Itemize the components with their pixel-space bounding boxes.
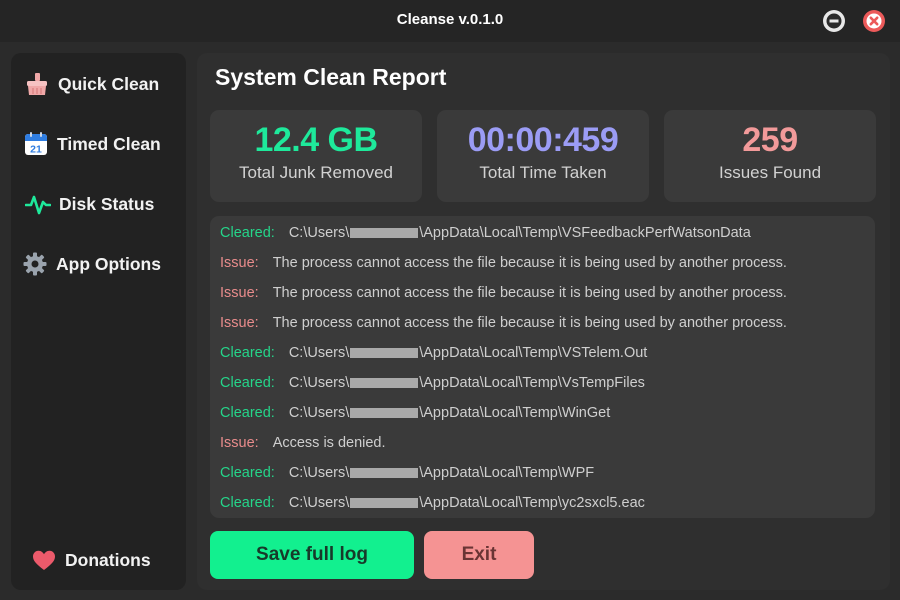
log-entry-tag: Issue:	[220, 285, 259, 301]
stat-card-issues-found: 259 Issues Found	[664, 110, 876, 202]
log-path-prefix: C:\Users\	[288, 375, 350, 391]
sidebar-item-label: Donations	[65, 549, 151, 570]
sidebar-item-app-options[interactable]: App Options	[11, 244, 197, 284]
log-entry-tag: Issue:	[220, 315, 259, 331]
heart-icon	[31, 547, 57, 573]
sidebar-item-quick-clean[interactable]: Quick Clean	[11, 64, 199, 104]
log-entry-tag: Cleared:	[220, 375, 275, 391]
redacted-username	[350, 468, 419, 478]
log-path-suffix: \AppData\Local\Temp\VsTempFiles	[419, 375, 645, 391]
log-entry-message: C:\Users\ \AppData\Local\Temp\VSFeedbackP…	[289, 225, 751, 241]
log-path-suffix: \AppData\Local\Temp\VSFeedbackPerfWatson…	[419, 225, 751, 241]
log-entry: Cleared: C:\Users\ \AppData\Local\Temp\VST…	[220, 343, 647, 363]
log-entry-tag: Cleared:	[220, 225, 275, 241]
close-button[interactable]	[863, 10, 885, 32]
stat-value: 00:00:459	[467, 121, 619, 159]
minimize-button[interactable]	[823, 10, 845, 32]
log-entry-tag: Issue:	[220, 435, 259, 451]
window-title: Cleanse v.0.1.0	[396, 11, 504, 28]
log-entry-message: C:\Users\ \AppData\Local\Temp\VsTempFiles	[289, 375, 645, 391]
stat-value: 259	[742, 121, 798, 159]
log-entry: Cleared: C:\Users\ \AppData\Local\Temp\VSF…	[220, 223, 751, 243]
log-entry-message: C:\Users\ \AppData\Local\Temp\WPF	[289, 465, 594, 481]
log-entry: Issue: The process cannot access the file…	[220, 253, 787, 273]
log-entry: Cleared: C:\Users\ \AppData\Local\Temp\Win…	[220, 403, 610, 423]
page-title: System Clean Report	[215, 64, 447, 90]
log-entry-message: C:\Users\ \AppData\Local\Temp\VSTelem.Out	[289, 345, 648, 361]
log-entry-tag: Issue:	[220, 255, 259, 271]
log-path-prefix: C:\Users\	[288, 345, 350, 361]
log-entry-message: Access is denied.	[273, 435, 386, 451]
minimize-icon	[826, 13, 842, 29]
stat-caption: Total Time Taken	[479, 163, 607, 182]
stat-value: 12.4 GB	[254, 121, 378, 159]
title-bar: Cleanse v.0.1.0	[0, 0, 900, 42]
sidebar: Quick Clean 21 Timed Clean Disk Status A…	[11, 53, 186, 590]
log-path-suffix: \AppData\Local\Temp\VSTelem.Out	[419, 345, 648, 361]
log-path-suffix: \AppData\Local\Temp\WinGet	[419, 405, 611, 421]
sidebar-item-label: App Options	[56, 253, 161, 274]
calendar-day: 21	[30, 144, 42, 156]
redacted-username	[350, 408, 419, 418]
log-path-prefix: C:\Users\	[288, 405, 350, 421]
redacted-username	[350, 348, 419, 358]
log-entry-message: C:\Users\ \AppData\Local\Temp\WinGet	[289, 405, 610, 421]
log-entry: Issue: The process cannot access the file…	[220, 313, 787, 333]
sidebar-item-disk-status[interactable]: Disk Status	[11, 184, 200, 224]
log-path-suffix: \AppData\Local\Temp\WPF	[419, 465, 595, 481]
redacted-username	[350, 498, 419, 508]
sidebar-item-label: Quick Clean	[58, 73, 160, 94]
log-path-suffix: \AppData\Local\Temp\yc2sxcl5.eac	[419, 495, 645, 511]
stat-caption: Total Junk Removed	[238, 163, 394, 182]
log-entry: Cleared: C:\Users\ \AppData\Local\Temp\WPF	[220, 463, 594, 483]
stat-card-junk-removed: 12.4 GB Total Junk Removed	[210, 110, 422, 202]
clean-log[interactable]: Cleared: C:\Users\ \AppData\Local\Temp\VSF…	[210, 216, 875, 518]
log-entry-message: The process cannot access the file becau…	[273, 255, 787, 271]
calendar-icon: 21	[23, 131, 49, 157]
pulse-icon	[25, 191, 51, 217]
broom-icon	[24, 71, 50, 97]
log-path-prefix: C:\Users\	[288, 225, 350, 241]
log-entry-message: The process cannot access the file becau…	[273, 285, 787, 301]
log-entry: Cleared: C:\Users\ \AppData\Local\Temp\yc2…	[220, 493, 645, 513]
log-issue-text: The process cannot access the file becau…	[272, 315, 787, 331]
log-issue-text: The process cannot access the file becau…	[272, 255, 787, 271]
log-issue-text: Access is denied.	[272, 435, 386, 451]
stat-caption: Issues Found	[718, 163, 822, 182]
log-entry-tag: Cleared:	[220, 465, 275, 481]
close-icon	[866, 13, 882, 29]
log-entry-message: C:\Users\ \AppData\Local\Temp\yc2sxcl5.ea…	[289, 495, 645, 511]
clean-report-panel: System Clean Report 12.4 GB Total Junk R…	[197, 53, 890, 590]
log-entry-tag: Cleared:	[220, 345, 275, 361]
log-entry: Issue: Access is denied.	[220, 433, 386, 453]
save-full-log-button[interactable]: Save full log	[210, 531, 414, 579]
log-path-prefix: C:\Users\	[288, 465, 350, 481]
sidebar-item-label: Timed Clean	[57, 133, 161, 154]
sidebar-item-label: Disk Status	[59, 193, 155, 214]
log-path-prefix: C:\Users\	[288, 495, 350, 511]
log-issue-text: The process cannot access the file becau…	[272, 285, 787, 301]
log-entry: Issue: The process cannot access the file…	[220, 283, 787, 303]
log-entry-tag: Cleared:	[220, 405, 275, 421]
sidebar-item-timed-clean[interactable]: 21 Timed Clean	[11, 124, 198, 164]
log-entry: Cleared: C:\Users\ \AppData\Local\Temp\VsT…	[220, 373, 645, 393]
log-entry-tag: Cleared:	[220, 495, 275, 511]
gear-icon	[22, 251, 48, 277]
exit-button[interactable]: Exit	[424, 531, 534, 579]
redacted-username	[350, 228, 419, 238]
sidebar-item-donations[interactable]: Donations	[11, 540, 206, 580]
log-entry-message: The process cannot access the file becau…	[273, 315, 787, 331]
stat-card-time-taken: 00:00:459 Total Time Taken	[437, 110, 649, 202]
redacted-username	[350, 378, 419, 388]
